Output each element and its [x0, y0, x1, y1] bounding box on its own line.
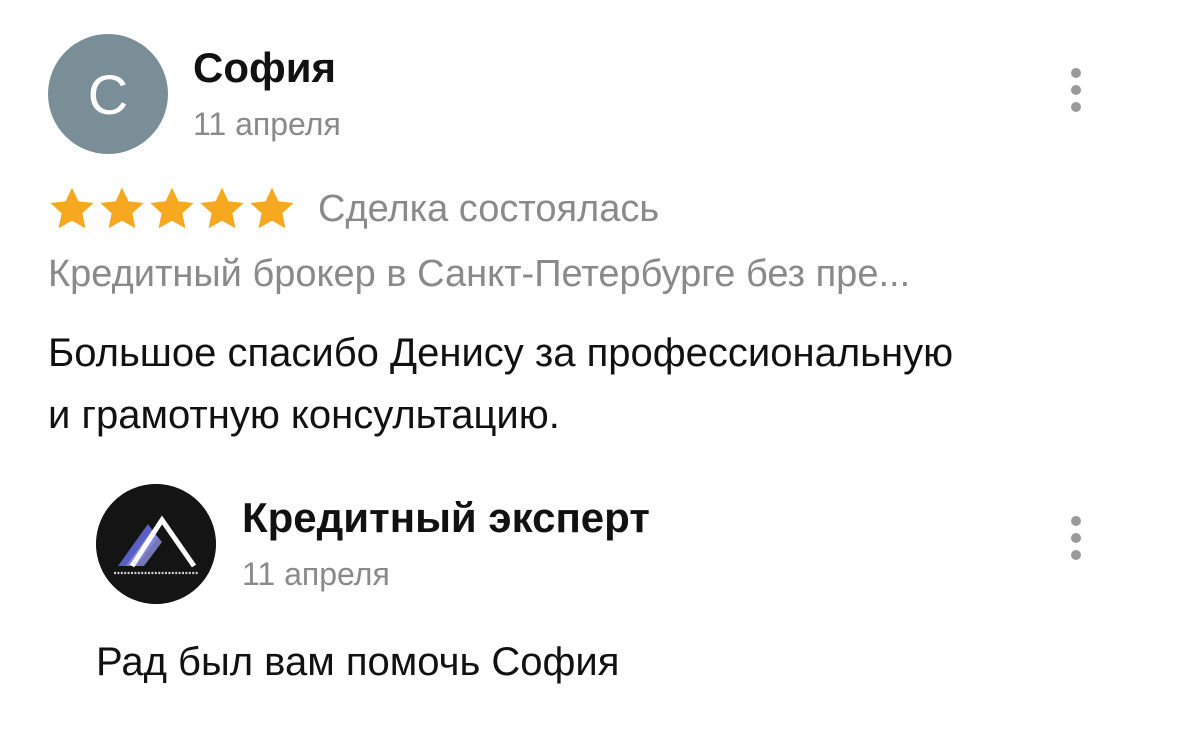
review-date: 11 апреля: [193, 106, 341, 142]
review-menu-button[interactable]: [1066, 68, 1086, 112]
company-logo-avatar[interactable]: [96, 484, 216, 604]
review-text-line: Большое спасибо Денису за профессиональн…: [48, 331, 954, 375]
kebab-dot: [1071, 533, 1081, 543]
star-icon: [100, 187, 144, 229]
reply-text: Рад был вам помочь София: [96, 640, 620, 684]
mountain-logo-icon: [96, 484, 216, 604]
rating-row: Сделка состоялась: [48, 184, 659, 234]
kebab-dot: [1071, 550, 1081, 560]
organization-link[interactable]: Кредитный брокер в Санкт-Петербурге без …: [48, 248, 910, 300]
star-icon: [150, 187, 194, 229]
author-name[interactable]: София: [193, 42, 336, 94]
kebab-dot: [1071, 102, 1081, 112]
reply-menu-button[interactable]: [1066, 516, 1086, 560]
star-icon: [50, 187, 94, 229]
deal-status: Сделка состоялась: [318, 188, 660, 230]
review-text-line: и грамотную консультацию.: [48, 393, 560, 437]
star-icon: [250, 187, 294, 229]
review-text: Большое спасибо Денису за профессиональн…: [48, 322, 1128, 446]
kebab-vertical-icon: [1071, 68, 1081, 78]
avatar-letter: С: [87, 62, 129, 126]
star-icon: [200, 187, 244, 229]
star-rating: [48, 186, 296, 232]
kebab-dot: [1071, 85, 1081, 95]
reply-date: 11 апреля: [242, 556, 390, 592]
avatar[interactable]: С: [48, 34, 168, 154]
kebab-vertical-icon: [1071, 516, 1081, 526]
reply-author-name[interactable]: Кредитный эксперт: [242, 492, 650, 544]
